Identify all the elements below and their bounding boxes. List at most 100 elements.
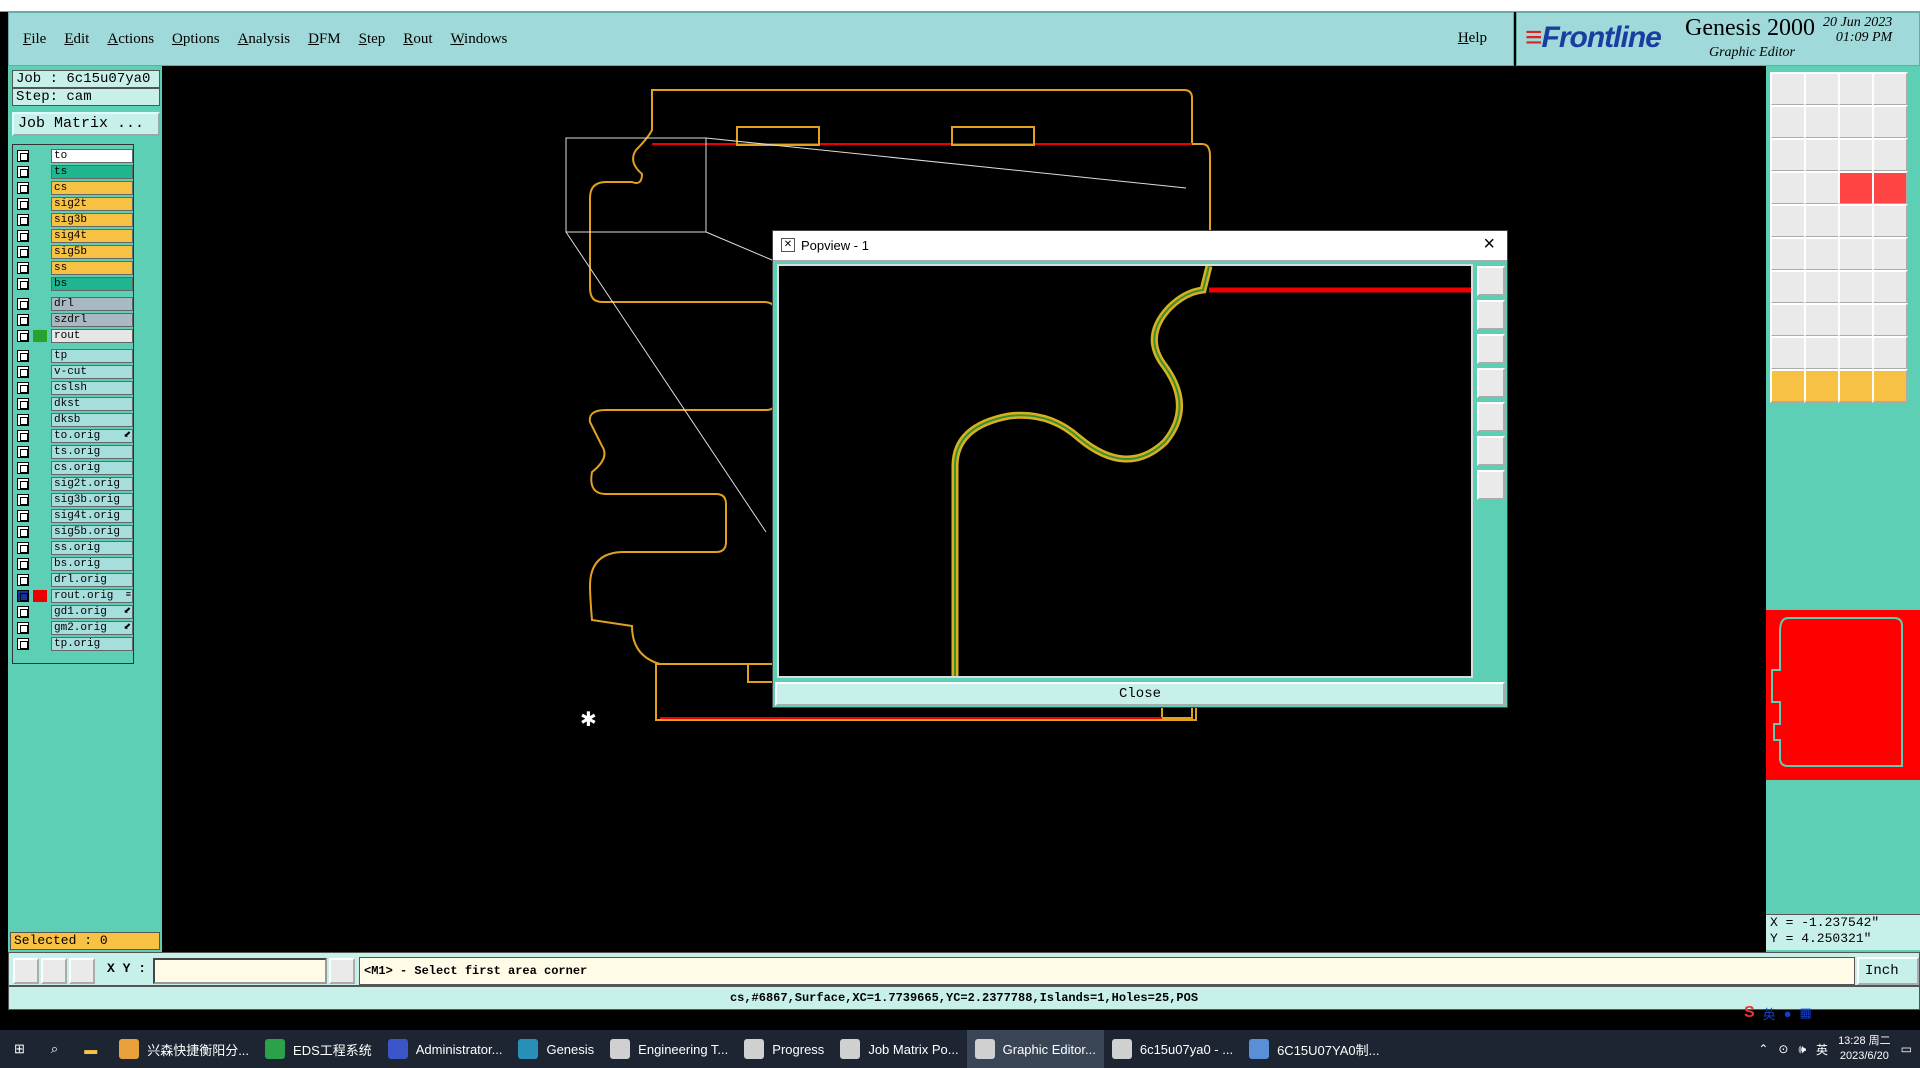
- layer-name[interactable]: bs: [51, 277, 133, 291]
- layer-color-swatch[interactable]: [33, 526, 47, 538]
- menu-dfm[interactable]: DFM: [308, 31, 341, 48]
- layer-row-ts.orig[interactable]: ts.orig: [15, 445, 133, 460]
- layer-checkbox[interactable]: [17, 330, 29, 342]
- layer-row-ts[interactable]: ts: [15, 165, 133, 180]
- layer-color-swatch[interactable]: [33, 198, 47, 210]
- minus-icon[interactable]: [1804, 303, 1840, 337]
- pointer-box2-icon[interactable]: [1838, 369, 1874, 403]
- close-icon[interactable]: ×: [1483, 233, 1495, 256]
- layer-checkbox[interactable]: [17, 366, 29, 378]
- layer-color-swatch[interactable]: [33, 350, 47, 362]
- layer-row-drl.orig[interactable]: drl.orig: [15, 573, 133, 588]
- layer-checkbox[interactable]: [17, 414, 29, 426]
- layer-row-szdrl[interactable]: szdrl: [15, 313, 133, 328]
- layer-name[interactable]: dkst: [51, 397, 133, 411]
- taskbar-app[interactable]: Graphic Editor...: [966, 1030, 1104, 1068]
- menu-actions[interactable]: Actions: [107, 31, 154, 48]
- save-icon[interactable]: [1804, 72, 1840, 106]
- layer-name[interactable]: ts.orig: [51, 445, 133, 459]
- layer-color-swatch[interactable]: [33, 330, 47, 342]
- popview-zoom-in-button[interactable]: [1477, 266, 1505, 296]
- ime-language[interactable]: 英: [1763, 1004, 1776, 1023]
- layer-name[interactable]: rout.orig: [51, 589, 133, 603]
- add-pad-icon[interactable]: [1770, 303, 1806, 337]
- slash-icon[interactable]: [1804, 270, 1840, 304]
- layer-color-swatch[interactable]: [33, 314, 47, 326]
- layer-checkbox[interactable]: [17, 262, 29, 274]
- layer-checkbox[interactable]: [17, 214, 29, 226]
- layer-checkbox[interactable]: [17, 246, 29, 258]
- layer-color-swatch[interactable]: [33, 558, 47, 570]
- layer-name[interactable]: drl: [51, 297, 133, 311]
- popview-fit-button[interactable]: [1477, 436, 1505, 466]
- menu-rout[interactable]: Rout: [403, 31, 432, 48]
- layer-color-swatch[interactable]: [33, 382, 47, 394]
- layer-checkbox[interactable]: [17, 150, 29, 162]
- layer-name[interactable]: sig2t.orig: [51, 477, 133, 491]
- layer-name[interactable]: sig5b: [51, 245, 133, 259]
- taskbar-app[interactable]: Progress: [736, 1030, 832, 1068]
- layer-checkbox[interactable]: [17, 558, 29, 570]
- taskbar-app[interactable]: 6C15U07YA0制...: [1241, 1030, 1387, 1068]
- layout-icon[interactable]: [1872, 72, 1908, 106]
- cross-icon[interactable]: [1804, 237, 1840, 271]
- chevron-up-icon[interactable]: ⌃: [1758, 1042, 1768, 1056]
- line-tool-icon[interactable]: [1804, 171, 1840, 205]
- layer-name[interactable]: v-cut: [51, 365, 133, 379]
- help-icon[interactable]: [1872, 138, 1908, 172]
- layer-color-swatch[interactable]: [33, 430, 47, 442]
- layer-name[interactable]: bs.orig: [51, 557, 133, 571]
- start-button[interactable]: ⊞: [0, 1030, 39, 1068]
- layer-name[interactable]: rout: [51, 329, 133, 343]
- popview-titlebar[interactable]: ✕ Popview - 1 ×: [773, 231, 1507, 261]
- layer-row-ss[interactable]: ss: [15, 261, 133, 276]
- angle-icon[interactable]: [1770, 270, 1806, 304]
- layer-color-swatch[interactable]: [33, 446, 47, 458]
- layer-row-sig5b.orig[interactable]: sig5b.orig: [15, 525, 133, 540]
- layer-name[interactable]: cs.orig: [51, 461, 133, 475]
- layer-checkbox[interactable]: [17, 494, 29, 506]
- layer-row-bs[interactable]: bs: [15, 277, 133, 292]
- menu-options[interactable]: Options: [172, 31, 220, 48]
- arc2-icon[interactable]: [1872, 237, 1908, 271]
- rotate-icon[interactable]: [1838, 270, 1874, 304]
- layer-color-swatch[interactable]: [33, 246, 47, 258]
- popview-canvas[interactable]: [777, 264, 1473, 678]
- layer-row-dkst[interactable]: dkst: [15, 397, 133, 412]
- pointer-box-icon[interactable]: [1804, 369, 1840, 403]
- measure-tool-button[interactable]: [41, 958, 67, 984]
- swap-icon[interactable]: [1804, 204, 1840, 238]
- menu-windows[interactable]: Windows: [450, 31, 507, 48]
- layer-color-swatch[interactable]: [33, 214, 47, 226]
- popview-pan-right-button[interactable]: [1477, 402, 1505, 432]
- popview-pan-left-button[interactable]: [1477, 368, 1505, 398]
- layer-row-sig4t.orig[interactable]: sig4t.orig: [15, 509, 133, 524]
- layer-color-swatch[interactable]: [33, 366, 47, 378]
- layer-checkbox[interactable]: [17, 606, 29, 618]
- layer-name[interactable]: gd1.orig: [51, 605, 133, 619]
- layer-name[interactable]: gm2.orig: [51, 621, 133, 635]
- layer-row-to.orig[interactable]: to.orig ⬋: [15, 429, 133, 444]
- menu-help[interactable]: Help: [1458, 30, 1487, 47]
- snap-tool-button[interactable]: [13, 958, 39, 984]
- settings-icon[interactable]: [1770, 171, 1806, 205]
- layer-name[interactable]: ss: [51, 261, 133, 275]
- layer-color-swatch[interactable]: [33, 622, 47, 634]
- letter-a2-icon[interactable]: [1838, 336, 1874, 370]
- job-matrix-button[interactable]: Job Matrix ...: [12, 112, 160, 136]
- layer-color-swatch[interactable]: [33, 298, 47, 310]
- microphone-icon[interactable]: ●: [1784, 1006, 1792, 1021]
- layer-checkbox[interactable]: [17, 314, 29, 326]
- xy-input[interactable]: [153, 958, 327, 984]
- layer-name[interactable]: drl.orig: [51, 573, 133, 587]
- layer-checkbox[interactable]: [17, 398, 29, 410]
- layer-row-sig2t.orig[interactable]: sig2t.orig: [15, 477, 133, 492]
- layer-row-bs.orig[interactable]: bs.orig: [15, 557, 133, 572]
- taskbar-app[interactable]: Engineering T...: [602, 1030, 736, 1068]
- layer-name[interactable]: sig3b: [51, 213, 133, 227]
- layer-checkbox[interactable]: [17, 230, 29, 242]
- menu-edit[interactable]: Edit: [64, 31, 89, 48]
- volume-icon[interactable]: 🕪: [1798, 1042, 1806, 1057]
- layer-name[interactable]: to.orig: [51, 429, 133, 443]
- layer-name[interactable]: to: [51, 149, 133, 163]
